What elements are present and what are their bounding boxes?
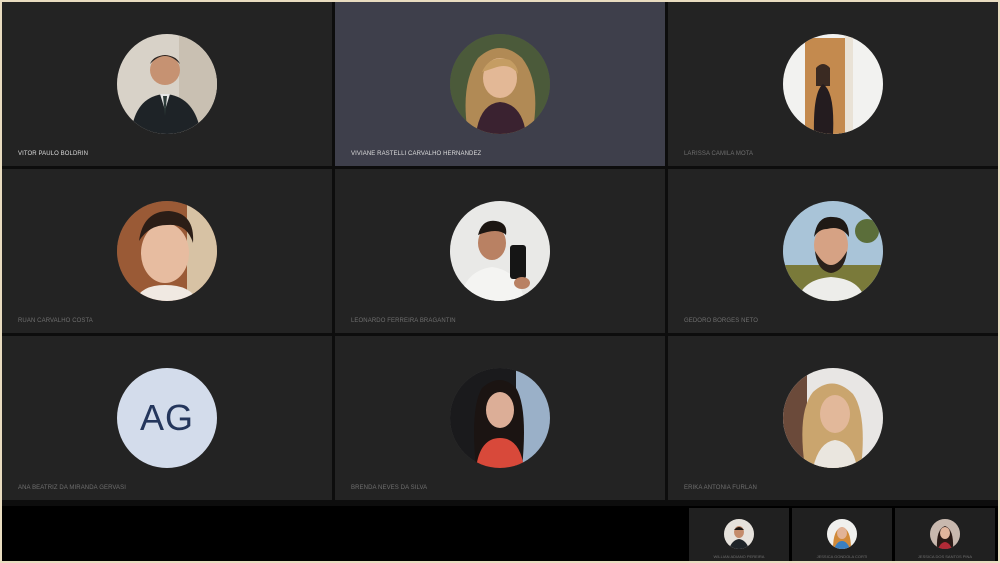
participant-tile-7[interactable]: AG ANA BEATRIZ DA MIRANDA GERVASI — [2, 336, 332, 500]
participant-tile-5[interactable]: LEONARDO FERREIRA BRAGANTIN — [335, 169, 665, 333]
overflow-tile-2[interactable]: JESSICA GONDOLA CORTI — [792, 508, 892, 561]
participant-5-avatar — [450, 201, 550, 301]
participant-tile-1[interactable]: VITOR PAULO BOLDRIN — [2, 2, 332, 166]
participant-4-avatar — [117, 201, 217, 301]
participant-7-initials-avatar: AG — [117, 368, 217, 468]
participant-tile-6[interactable]: GEDORO BORGES NETO — [668, 169, 998, 333]
participant-9-avatar — [783, 368, 883, 468]
overflow-1-name: WILLIAN ADIANO PEREIRA — [713, 554, 765, 559]
participant-3-avatar — [783, 34, 883, 134]
participant-2-name: VIVIANE RASTELLI CARVALHO HERNANDEZ — [351, 151, 482, 157]
overflow-participants-strip: WILLIAN ADIANO PEREIRA JESSICA GONDOLA C… — [2, 506, 998, 561]
participant-4-name: RUAN CARVALHO COSTA — [18, 318, 93, 324]
participant-8-name: BRENDA NEVES DA SILVA — [351, 485, 428, 491]
overflow-2-name: JESSICA GONDOLA CORTI — [816, 554, 868, 559]
participant-tile-2-active-speaker[interactable]: VIVIANE RASTELLI CARVALHO HERNANDEZ — [335, 2, 665, 166]
overflow-3-avatar — [930, 519, 960, 549]
participant-6-avatar — [783, 201, 883, 301]
participant-1-name: VITOR PAULO BOLDRIN — [18, 151, 89, 157]
participant-8-avatar — [450, 368, 550, 468]
video-call-window: VITOR PAULO BOLDRIN VIVIANE RASTELLI CAR… — [2, 2, 998, 561]
participant-tile-9[interactable]: ERIKA ANTONIA FURLAN — [668, 336, 998, 500]
overflow-tile-1[interactable]: WILLIAN ADIANO PEREIRA — [689, 508, 789, 561]
participant-1-avatar — [117, 34, 217, 134]
participant-tile-3[interactable]: LARISSA CAMILA MOTA — [668, 2, 998, 166]
participant-6-name: GEDORO BORGES NETO — [684, 318, 759, 324]
participant-tile-4[interactable]: RUAN CARVALHO COSTA — [2, 169, 332, 333]
overflow-2-avatar — [827, 519, 857, 549]
overflow-1-avatar — [724, 519, 754, 549]
overflow-tile-3[interactable]: JESSICA DOS SANTOS PINA — [895, 508, 995, 561]
participant-7-name: ANA BEATRIZ DA MIRANDA GERVASI — [18, 485, 127, 491]
participant-3-name: LARISSA CAMILA MOTA — [684, 151, 754, 157]
participant-2-avatar — [450, 34, 550, 134]
participant-9-name: ERIKA ANTONIA FURLAN — [684, 485, 757, 491]
participant-5-name: LEONARDO FERREIRA BRAGANTIN — [351, 318, 456, 324]
overflow-3-name: JESSICA DOS SANTOS PINA — [917, 554, 973, 559]
participant-tile-8[interactable]: BRENDA NEVES DA SILVA — [335, 336, 665, 500]
